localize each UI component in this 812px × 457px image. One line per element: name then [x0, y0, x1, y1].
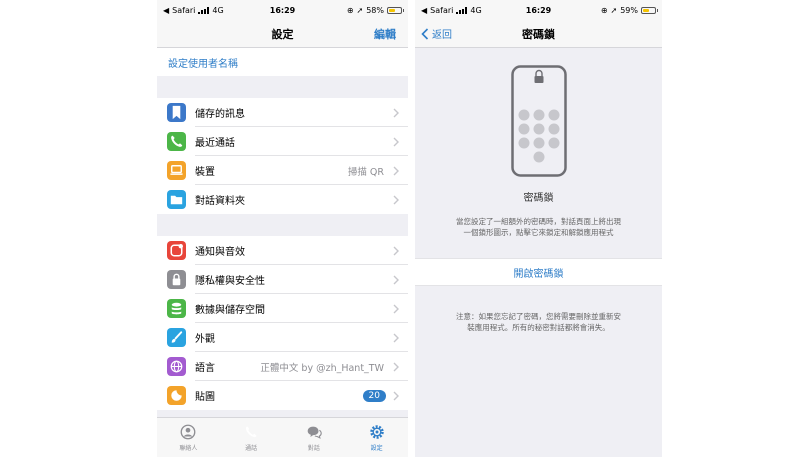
row-label: 儲存的訊息 — [195, 98, 408, 127]
globe-icon — [167, 357, 186, 376]
tab-contacts[interactable]: 聯絡人 — [157, 418, 220, 457]
rotation-lock-icon: ⊕ — [346, 5, 354, 15]
settings-row-lock[interactable]: 隱私權與安全性 — [157, 265, 408, 294]
tab-label: 對話 — [307, 445, 320, 452]
battery-percent: 59% — [620, 5, 638, 15]
tab-phone[interactable]: 通話 — [220, 418, 283, 457]
back-button[interactable]: 返回 — [421, 26, 452, 41]
set-username-link[interactable]: 設定使用者名稱 — [157, 48, 408, 76]
tab-chats[interactable]: 對話 — [283, 418, 346, 457]
sticker-icon — [167, 386, 186, 405]
tab-label: 設定 — [370, 445, 383, 452]
database-icon — [167, 299, 186, 318]
settings-row-database[interactable]: 數據與儲存空間 — [157, 294, 408, 323]
edit-button[interactable]: 編輯 — [374, 26, 396, 42]
enable-passcode-button[interactable]: 開啟密碼鎖 — [415, 258, 662, 286]
chevron-right-icon — [393, 166, 399, 175]
chevron-right-icon — [393, 362, 399, 371]
chevron-right-icon — [393, 391, 399, 400]
chevron-right-icon — [393, 195, 399, 204]
settings-row-phone[interactable]: 最近通話 — [157, 127, 408, 156]
settings-screen: ◀ Safari 4G 16:29 ⊕ ➚ 58% 設定 編輯 設定使用者名稱 … — [157, 0, 408, 457]
folder-icon — [167, 190, 186, 209]
back-label: 返回 — [432, 30, 452, 41]
description-line: 當您設定了一組額外的密碼時，對話頁面上將出現 — [456, 217, 621, 226]
phone-icon — [246, 426, 257, 438]
row-label: 外觀 — [195, 323, 408, 352]
page-title: 設定 — [271, 27, 294, 41]
settings-row-folder[interactable]: 對話資料夾 — [157, 185, 408, 214]
note-line: 裝應用程式。所有的秘密對話都將會消失。 — [467, 323, 610, 332]
tab-bar: 聯絡人 通話 對話 設定 — [157, 417, 408, 457]
row-value: 正體中文 by @zh_Hant_TW — [260, 362, 384, 374]
chevron-right-icon — [393, 246, 399, 255]
count-badge: 20 — [362, 389, 386, 402]
brush-icon — [167, 328, 186, 347]
row-label: 通知與音效 — [195, 236, 408, 265]
row-value: 掃描 QR — [347, 166, 384, 178]
passcode-illustration — [415, 65, 662, 177]
status-bar: ◀ Safari 4G 16:29 ⊕ ➚ 58% — [157, 0, 408, 20]
settings-row-sticker[interactable]: 貼圖 20 — [157, 381, 408, 410]
settings-row-brush[interactable]: 外觀 — [157, 323, 408, 352]
phone-lock-icon — [510, 65, 567, 177]
chevron-right-icon — [393, 304, 399, 313]
nav-bar: 設定 編輯 — [157, 20, 408, 48]
bookmark-icon — [167, 103, 186, 122]
row-label: 隱私權與安全性 — [195, 265, 408, 294]
rotation-lock-icon: ⊕ — [600, 5, 608, 15]
settings-row-laptop[interactable]: 裝置 掃描 QR — [157, 156, 408, 185]
phone-icon — [167, 132, 186, 151]
battery-icon — [641, 6, 658, 14]
chevron-left-icon — [421, 27, 429, 40]
passcode-title: 密碼鎖 — [523, 193, 554, 204]
contacts-icon — [180, 424, 196, 440]
lock-icon — [167, 270, 186, 289]
settings-row-notification[interactable]: 通知與音效 — [157, 236, 408, 265]
settings-group-2: 通知與音效 隱私權與安全性 數據與儲存空間 外觀 語言 正體中文 by @zh_Hant_… — [157, 236, 408, 410]
tab-label: 通話 — [245, 445, 258, 452]
passcode-screen: ◀ Safari 4G 16:29 ⊕ ➚ 59% 返回 密碼鎖 密碼鎖 當您設… — [415, 0, 662, 457]
passcode-note: 注意：如果您忘記了密碼，您將需要刪除並重新安 裝應用程式。所有的秘密對話都將會消… — [415, 311, 662, 333]
row-label: 對話資料夾 — [195, 196, 245, 207]
row-label: 數據與儲存空間 — [195, 294, 408, 323]
battery-icon — [387, 6, 404, 14]
chevron-right-icon — [393, 137, 399, 146]
nav-bar: 返回 密碼鎖 — [415, 20, 662, 48]
chevron-right-icon — [393, 108, 399, 117]
tab-gear[interactable]: 設定 — [345, 418, 408, 457]
gear-icon — [369, 425, 384, 439]
status-bar: ◀ Safari 4G 16:29 ⊕ ➚ 59% — [415, 0, 662, 20]
laptop-icon — [167, 161, 186, 180]
note-line: 注意：如果您忘記了密碼，您將需要刪除並重新安 — [456, 312, 621, 321]
passcode-description: 當您設定了一組額外的密碼時，對話頁面上將出現 一個鎖形圖示，點擊它來鎖定和解鎖應… — [415, 216, 662, 238]
tab-label: 聯絡人 — [179, 445, 198, 452]
settings-row-globe[interactable]: 語言 正體中文 by @zh_Hant_TW — [157, 352, 408, 381]
settings-row-bookmark[interactable]: 儲存的訊息 — [157, 98, 408, 127]
battery-percent: 58% — [366, 5, 384, 15]
section-separator — [157, 214, 408, 236]
chevron-right-icon — [393, 275, 399, 284]
chats-icon — [307, 426, 322, 439]
description-line: 一個鎖形圖示，點擊它來鎖定和解鎖應用程式 — [463, 228, 614, 237]
row-label: 最近通話 — [195, 127, 408, 156]
settings-group-1: 儲存的訊息 最近通話 裝置 掃描 QR 對話資料夾 — [157, 98, 408, 214]
notification-icon — [167, 241, 186, 260]
page-title: 密碼鎖 — [522, 27, 555, 41]
chevron-right-icon — [393, 333, 399, 342]
location-icon: ➚ — [610, 5, 618, 15]
location-icon: ➚ — [356, 5, 364, 15]
section-separator — [157, 76, 408, 98]
